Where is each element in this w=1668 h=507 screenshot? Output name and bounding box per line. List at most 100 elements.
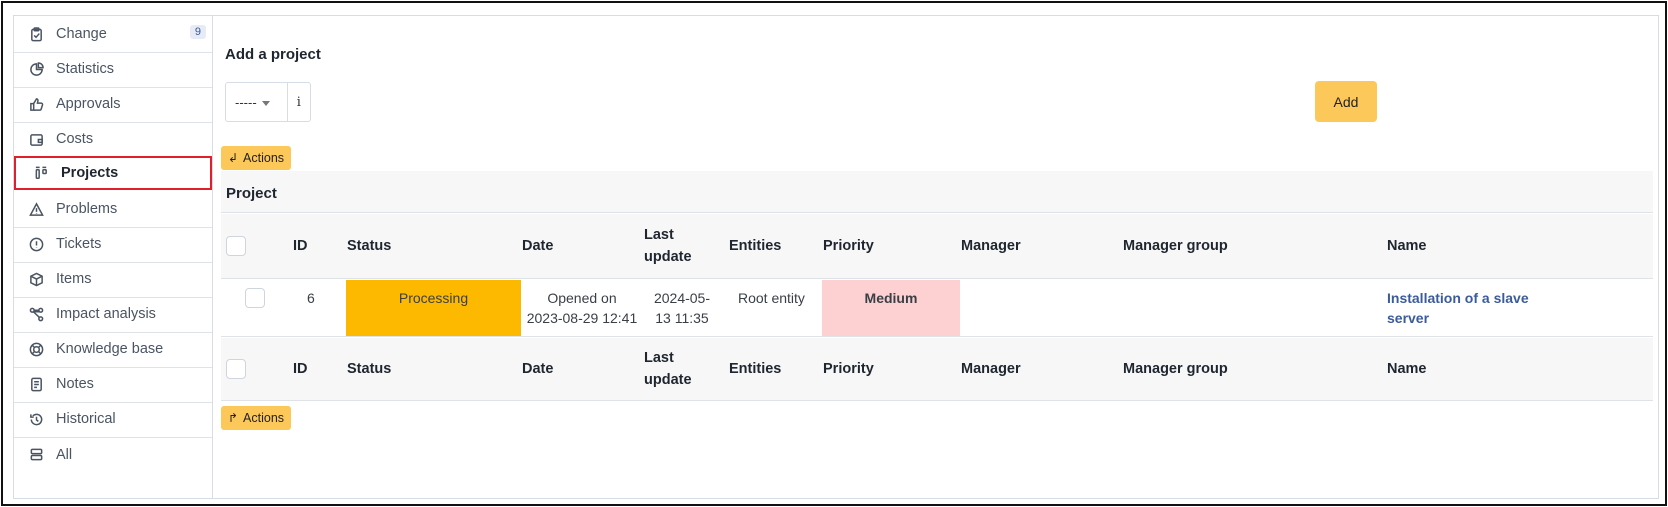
network-icon: [28, 306, 44, 322]
sidebar-item-label: Items: [56, 271, 92, 287]
header-entities[interactable]: Entities: [729, 214, 781, 278]
arrow-turn-up-icon: ↱: [227, 411, 239, 425]
note-icon: [28, 376, 44, 392]
history-icon: [28, 411, 44, 427]
info-button[interactable]: i: [286, 83, 310, 121]
actions-button-bottom[interactable]: ↱ Actions: [221, 406, 291, 430]
sidebar: Change 9 Statistics Approvals Costs Proj…: [14, 16, 213, 498]
select-all-checkbox[interactable]: [226, 236, 246, 256]
footer-manager[interactable]: Manager: [961, 338, 1021, 400]
add-project-title: Add a project: [225, 46, 321, 63]
wallet-icon: [28, 131, 44, 147]
row-select-cell: [245, 280, 265, 336]
actions-label: Actions: [243, 411, 285, 425]
lifebuoy-icon: [28, 341, 44, 357]
header-id[interactable]: ID: [293, 214, 308, 278]
cell-name-link[interactable]: Installation of a slave server: [1387, 280, 1529, 336]
sidebar-item-tickets[interactable]: Tickets: [14, 226, 212, 263]
clipboard-check-icon: [28, 26, 44, 42]
sidebar-item-statistics[interactable]: Statistics: [14, 51, 212, 88]
arrow-turn-down-icon: ↲: [227, 151, 239, 165]
projects-icon: [33, 165, 49, 181]
table-footer-row: ID Status Date Last update Entities Prio…: [221, 338, 1653, 401]
count-badge: 9: [189, 25, 206, 39]
sidebar-item-problems[interactable]: Problems: [14, 191, 212, 228]
window-frame: Change 9 Statistics Approvals Costs Proj…: [1, 1, 1667, 506]
cell-last-update: 2024-05- 13 11:35: [645, 280, 719, 336]
sidebar-item-costs[interactable]: Costs: [14, 121, 212, 158]
warning-triangle-icon: [28, 201, 44, 217]
sidebar-item-knowledge-base[interactable]: Knowledge base: [14, 331, 212, 368]
alert-circle-icon: [28, 236, 44, 252]
sidebar-item-projects[interactable]: Projects: [14, 156, 212, 190]
cell-last-update-line1: 2024-05-: [653, 290, 711, 306]
cell-priority: Medium: [822, 280, 960, 336]
sidebar-item-all[interactable]: All: [14, 436, 212, 473]
header-last-update-line1: Last: [644, 227, 674, 243]
header-date[interactable]: Date: [522, 214, 553, 278]
sidebar-item-label: Notes: [56, 376, 94, 392]
footer-name[interactable]: Name: [1387, 338, 1427, 400]
cell-date-line1: Opened on: [547, 290, 617, 306]
cell-last-update-line2: 13 11:35: [655, 310, 709, 326]
sidebar-item-label: Approvals: [56, 96, 121, 112]
package-icon: [28, 271, 44, 287]
footer-priority[interactable]: Priority: [823, 338, 874, 400]
header-last-update-line2: update: [644, 249, 692, 265]
header-status[interactable]: Status: [347, 214, 391, 278]
sidebar-item-label: Historical: [56, 411, 116, 427]
thumbs-up-icon: [28, 96, 44, 112]
sidebar-item-label: Impact analysis: [56, 306, 156, 322]
sidebar-item-approvals[interactable]: Approvals: [14, 86, 212, 123]
project-select[interactable]: ----- i: [225, 82, 311, 122]
sidebar-item-label: Costs: [56, 131, 94, 147]
footer-status[interactable]: Status: [347, 338, 391, 400]
project-select-value[interactable]: -----: [226, 83, 287, 121]
sidebar-item-label: Tickets: [56, 236, 102, 252]
select-value-text: -----: [235, 94, 257, 110]
sidebar-item-notes[interactable]: Notes: [14, 366, 212, 403]
sidebar-item-label: Problems: [56, 201, 118, 217]
footer-last-update[interactable]: Last update: [644, 338, 692, 400]
actions-label: Actions: [243, 151, 285, 165]
stack-icon: [28, 447, 44, 463]
header-last-update[interactable]: Last update: [644, 214, 692, 278]
footer-last-update-line1: Last: [644, 350, 674, 366]
pie-chart-icon: [28, 61, 44, 77]
sidebar-item-historical[interactable]: Historical: [14, 401, 212, 438]
select-all-cell: [226, 214, 246, 278]
add-button[interactable]: Add: [1315, 81, 1377, 122]
footer-date[interactable]: Date: [522, 338, 553, 400]
footer-last-update-line2: update: [644, 372, 692, 388]
name-link-line1[interactable]: Installation of a slave: [1387, 288, 1529, 308]
table-header-row: ID Status Date Last update Entities Prio…: [221, 214, 1653, 279]
sidebar-item-label: Statistics: [56, 61, 115, 77]
sidebar-item-label: All: [56, 446, 73, 463]
cell-date-line2: 2023-08-29 12:41: [526, 310, 638, 326]
footer-id[interactable]: ID: [293, 338, 308, 400]
name-link-line2[interactable]: server: [1387, 308, 1429, 328]
header-priority[interactable]: Priority: [823, 214, 874, 278]
header-manager[interactable]: Manager: [961, 214, 1021, 278]
actions-button-top[interactable]: ↲ Actions: [221, 146, 291, 170]
sidebar-item-impact-analysis[interactable]: Impact analysis: [14, 296, 212, 333]
select-all-checkbox-footer[interactable]: [226, 359, 246, 379]
sidebar-item-label: Knowledge base: [56, 341, 164, 357]
sidebar-item-label: Change: [56, 26, 107, 42]
table-row[interactable]: 6 Processing Opened on 2023-08-29 12:41 …: [221, 280, 1653, 337]
table-caption: Project: [221, 171, 1653, 213]
select-all-cell-footer: [226, 338, 246, 400]
sidebar-item-items[interactable]: Items: [14, 261, 212, 298]
header-manager-group[interactable]: Manager group: [1123, 214, 1228, 278]
cell-status: Processing: [346, 280, 521, 336]
cell-date: Opened on 2023-08-29 12:41: [521, 280, 643, 336]
cell-entities: Root entity: [738, 290, 805, 306]
chevron-down-icon: [261, 100, 270, 106]
header-name[interactable]: Name: [1387, 214, 1427, 278]
footer-manager-group[interactable]: Manager group: [1123, 338, 1228, 400]
sidebar-item-label: Projects: [61, 165, 119, 181]
footer-entities[interactable]: Entities: [729, 338, 781, 400]
row-checkbox[interactable]: [245, 288, 265, 308]
cell-id: 6: [307, 290, 315, 306]
sidebar-item-change[interactable]: Change 9: [14, 16, 212, 53]
